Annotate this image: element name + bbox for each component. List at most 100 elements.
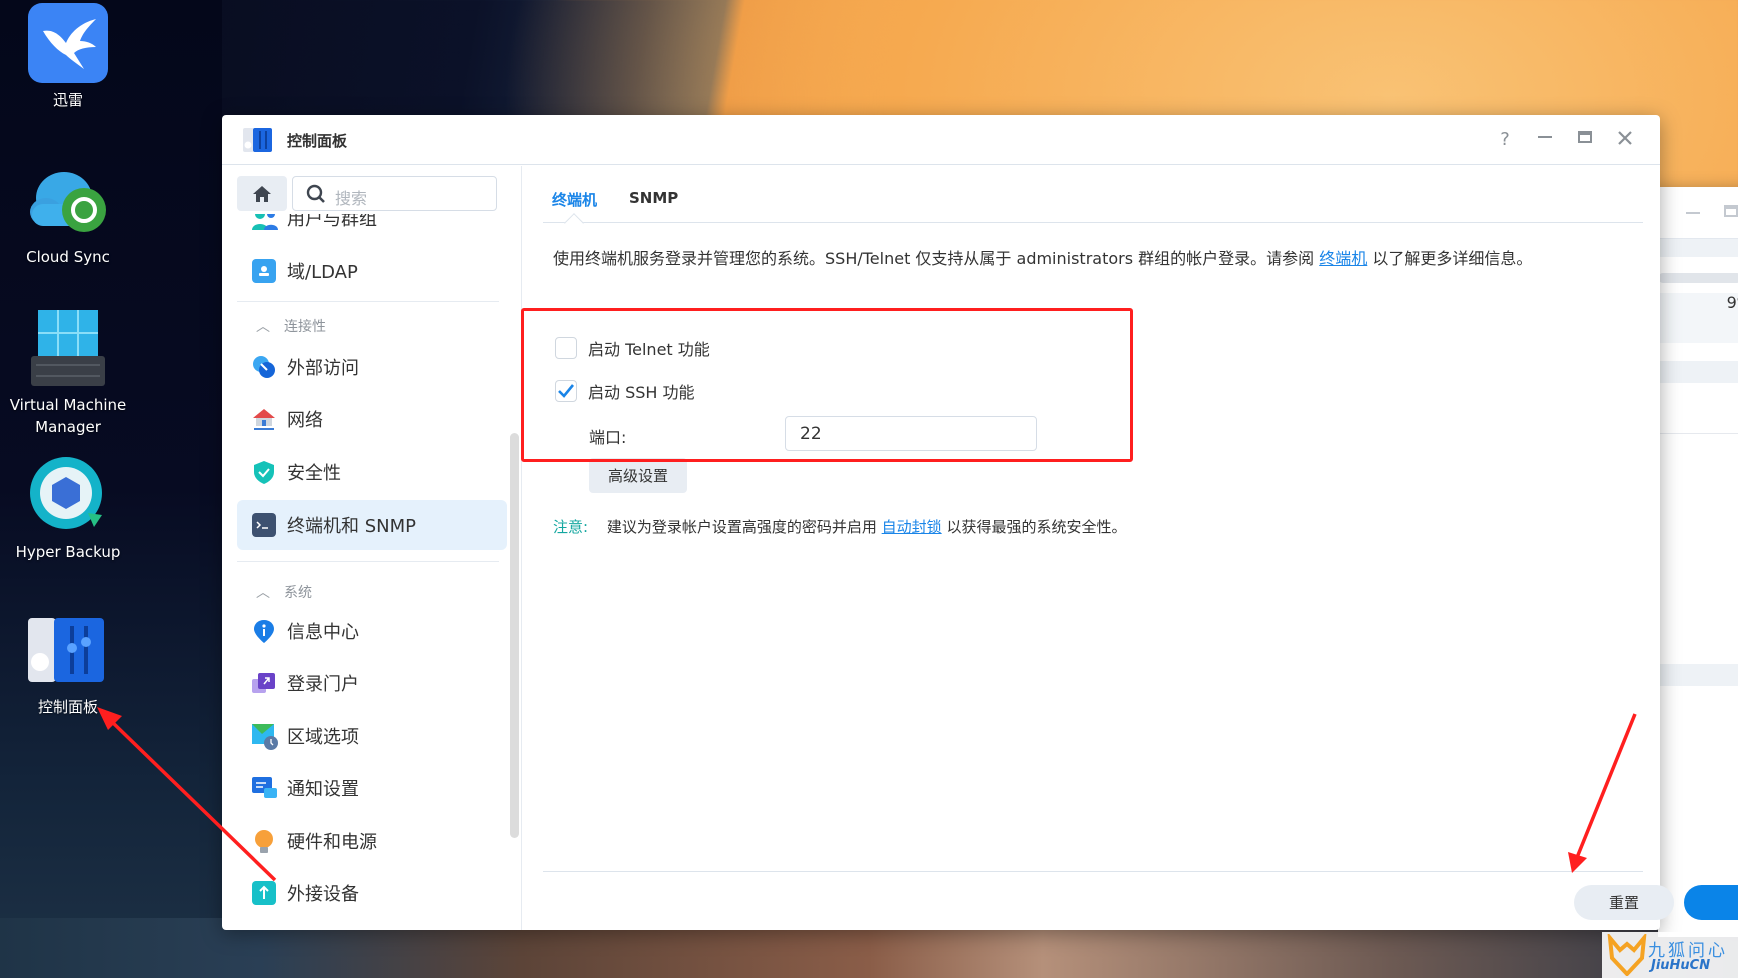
desktop-icon-virtual-machine-manager[interactable]: Virtual Machine Manager [0, 308, 136, 438]
sidebar-item-login-portal[interactable]: 登录门户 [237, 658, 507, 708]
sidebar-item-label: 终端机和 SNMP [287, 516, 416, 537]
desktop-icon-cloud-sync[interactable]: Cloud Sync [0, 160, 136, 268]
auto-block-link[interactable]: 自动封锁 [882, 518, 942, 536]
domain-ldap-icon [252, 259, 276, 283]
background-window-band [1658, 239, 1738, 257]
telnet-option[interactable]: 启动 Telnet 功能 [555, 336, 710, 360]
tab-snmp[interactable]: SNMP [629, 189, 678, 207]
watermark: 九狐问心 JiuHuCN [1602, 932, 1738, 978]
section-title: 连接性 [284, 319, 326, 335]
search-icon [306, 184, 325, 203]
note-post: 以获得最强的系统安全性。 [946, 518, 1127, 536]
hyper-backup-icon [28, 455, 108, 535]
note-pre: 建议为登录帐户设置高强度的密码并启用 [606, 518, 877, 536]
main-content: 终端机 SNMP 使用终端机服务登录并管理您的系统。SSH/Telnet 仅支持… [522, 166, 1738, 930]
background-window-titlebar [1658, 187, 1738, 239]
sidebar-item-label: 登录门户 [287, 674, 359, 695]
port-input[interactable] [785, 416, 1037, 451]
desktop-icon-label: 控制面板 [37, 698, 98, 716]
desktop-icon-xunlei[interactable]: 迅雷 [0, 3, 136, 111]
maximize-icon[interactable] [1724, 205, 1738, 217]
desktop-icon-hyper-backup[interactable]: Hyper Backup [0, 455, 136, 563]
sidebar-item-security[interactable]: 安全性 [237, 447, 507, 497]
desktop-icon-label: Cloud Sync [26, 248, 110, 266]
desktop-icon-control-panel[interactable]: 控制面板 [0, 610, 136, 718]
xunlei-bird-icon [28, 3, 108, 83]
close-button[interactable] [1612, 127, 1638, 153]
login-portal-icon [252, 671, 276, 695]
virtual-machine-icon [28, 308, 108, 388]
sidebar-item-label: 通知设置 [287, 779, 359, 800]
description-text: 使用终端机服务登录并管理您的系统。SSH/Telnet 仅支持从属于 admin… [553, 245, 1532, 269]
info-center-icon [252, 619, 276, 643]
fox-logo-icon [1607, 934, 1647, 976]
home-button[interactable] [237, 176, 287, 211]
background-window[interactable]: 9% [1658, 187, 1738, 937]
background-window-row [1658, 383, 1738, 434]
ssh-label: 启动 SSH 功能 [588, 383, 695, 402]
sidebar-divider [237, 561, 499, 562]
desktop-icon-label: Virtual Machine Manager [9, 396, 127, 436]
regional-options-icon [252, 724, 278, 750]
sidebar-item-external-devices[interactable]: 外接设备 [237, 868, 507, 918]
port-label: 端口: [589, 428, 627, 447]
sidebar-item-domain-ldap[interactable]: 域/LDAP [237, 246, 507, 296]
minimize-button[interactable] [1532, 127, 1558, 153]
search-input[interactable]: 搜索 [292, 176, 497, 211]
maximize-button[interactable] [1572, 127, 1598, 153]
chevron-up-icon: ︿ [256, 585, 270, 601]
background-window-band [1658, 361, 1738, 383]
minimize-icon[interactable] [1686, 212, 1700, 214]
apply-button[interactable]: 应用 [1684, 885, 1738, 920]
sidebar-section-connectivity[interactable]: ︿ 连接性 [237, 311, 507, 341]
help-button[interactable]: ? [1492, 127, 1518, 153]
ssh-checkbox[interactable] [555, 380, 577, 402]
active-tab-indicator [564, 213, 584, 233]
progress-bar [1658, 273, 1738, 283]
sidebar-item-label: 外部访问 [287, 358, 359, 379]
advanced-settings-button[interactable]: 高级设置 [589, 458, 687, 493]
hardware-power-icon [252, 829, 276, 853]
security-shield-icon [252, 460, 276, 484]
ssh-option[interactable]: 启动 SSH 功能 [555, 379, 695, 403]
sidebar-item-label: 网络 [287, 410, 323, 431]
tab-terminal[interactable]: 终端机 [552, 189, 597, 210]
chevron-up-icon: ︿ [256, 319, 270, 335]
telnet-checkbox[interactable] [555, 337, 577, 359]
network-icon [252, 407, 276, 431]
watermark-en: JiuHuCN [1651, 958, 1711, 973]
description-pre: 使用终端机服务登录并管理您的系统。SSH/Telnet 仅支持从属于 admin… [553, 249, 1315, 268]
terminal-icon [252, 513, 276, 537]
window-titlebar[interactable]: 控制面板 ? [222, 115, 1660, 165]
sidebar-item-hardware-power[interactable]: 硬件和电源 [237, 816, 507, 866]
description-post: 以了解更多详细信息。 [1372, 249, 1533, 268]
control-panel-window: 控制面板 ? 用户与群组 域/LDAP ︿ 连接性 外部访问 网络 安全性 终端… [222, 115, 1738, 930]
footer-divider [543, 871, 1643, 872]
window-title: 控制面板 [287, 132, 348, 150]
sidebar-item-network[interactable]: 网络 [237, 394, 507, 444]
close-icon [1618, 131, 1632, 145]
sidebar-item-info-center[interactable]: 信息中心 [237, 606, 507, 656]
sidebar-item-label: 硬件和电源 [287, 832, 377, 853]
sidebar-section-system[interactable]: ︿ 系统 [237, 577, 507, 607]
external-devices-icon [252, 881, 276, 905]
terminal-help-link[interactable]: 终端机 [1319, 249, 1367, 268]
section-title: 系统 [284, 585, 312, 601]
sidebar-scrollbar[interactable] [510, 433, 519, 838]
telnet-label: 启动 Telnet 功能 [588, 340, 710, 359]
external-access-icon [252, 355, 276, 379]
sidebar-item-notification[interactable]: 通知设置 [237, 763, 507, 813]
notification-icon [252, 776, 277, 800]
desktop-icon-label: Hyper Backup [15, 543, 121, 561]
checkmark-icon [558, 384, 575, 398]
sidebar-item-external-access[interactable]: 外部访问 [237, 342, 507, 392]
background-window-band [1658, 664, 1738, 686]
minimize-icon [1538, 136, 1552, 138]
maximize-icon [1578, 131, 1592, 143]
sidebar-item-regional-options[interactable]: 区域选项 [237, 711, 507, 761]
reset-button[interactable]: 重置 [1574, 885, 1674, 920]
sidebar-item-terminal-snmp[interactable]: 终端机和 SNMP [237, 500, 507, 550]
cloud-sync-icon [28, 160, 108, 240]
home-icon [253, 185, 271, 202]
note-label: 注意: [553, 518, 589, 536]
